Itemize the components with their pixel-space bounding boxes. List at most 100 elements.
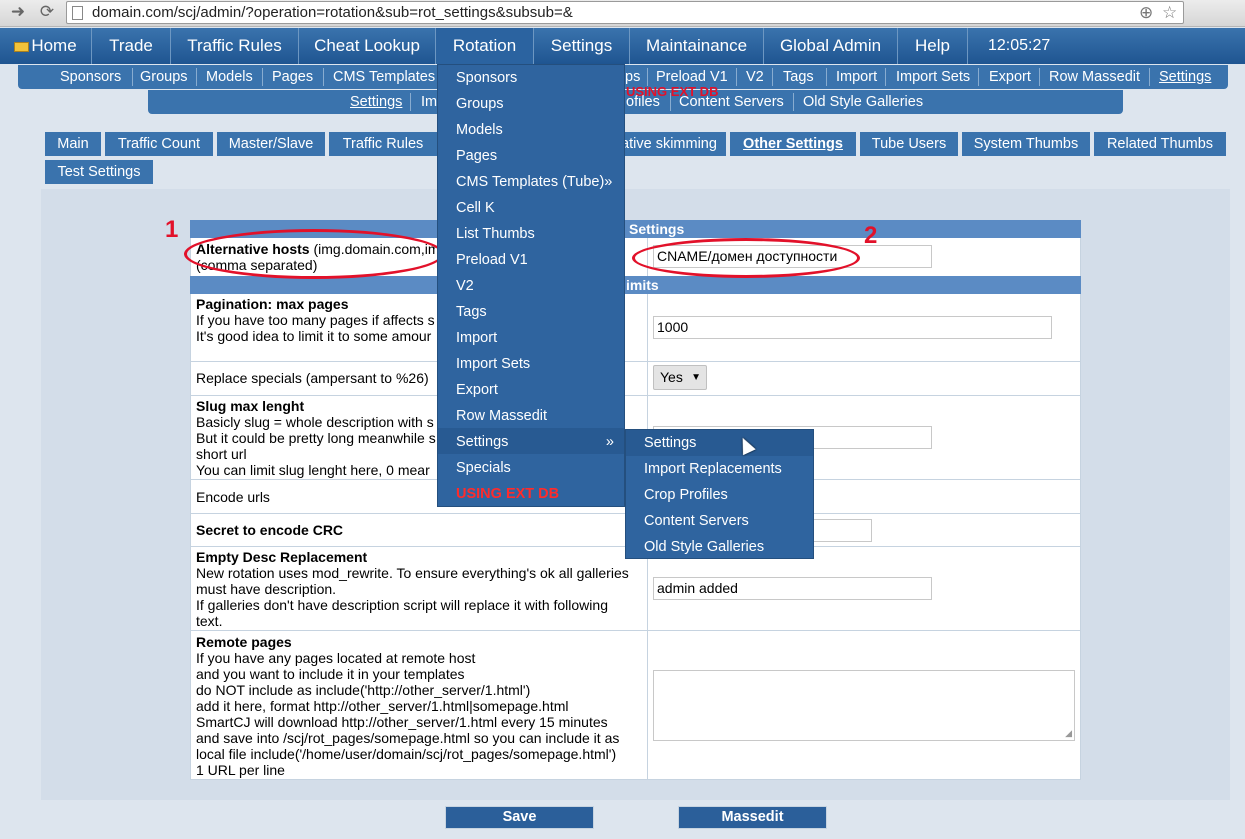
pagination-desc-2: It's good idea to limit it to some amour	[196, 328, 432, 344]
address-bar[interactable]: domain.com/scj/admin/?operation=rotation…	[66, 1, 1184, 24]
submenu2-settings[interactable]: Settings	[350, 90, 402, 114]
dropdown-row-massedit[interactable]: Row Massedit	[456, 403, 547, 429]
tab-tube-users[interactable]: Tube Users	[860, 132, 958, 156]
top-menu-settings[interactable]: Settings	[534, 28, 630, 64]
dropdown-import-sets[interactable]: Import Sets	[456, 351, 530, 377]
submenu-cms-templates[interactable]: CMS Templates	[333, 65, 435, 89]
encode-urls-label: Encode urls	[196, 489, 270, 505]
tab-other-settings[interactable]: Other Settings	[730, 132, 856, 156]
submenu-import-sets[interactable]: Import Sets	[896, 65, 970, 89]
dropdown-cell-k[interactable]: Cell K	[456, 195, 495, 221]
ext-db-warning: USING EXT DB	[626, 84, 719, 99]
star-icon[interactable]: ☆	[1162, 2, 1177, 24]
reload-icon[interactable]: ⟳	[37, 2, 57, 22]
annotation-oval-1	[184, 229, 444, 279]
tab-test-settings[interactable]: Test Settings	[45, 160, 153, 184]
page-icon	[72, 6, 83, 20]
submenu-pages[interactable]: Pages	[272, 65, 313, 89]
url-text: domain.com/scj/admin/?operation=rotation…	[92, 4, 573, 21]
remote-pages-line-6: and save into /scj/rot_pages/somepage.ht…	[196, 730, 620, 746]
massedit-button[interactable]: Massedit	[678, 806, 827, 829]
submenu-models[interactable]: Models	[206, 65, 253, 89]
dropdown-pages[interactable]: Pages	[456, 143, 497, 169]
tab-traffic-rules[interactable]: Traffic Rules	[329, 132, 437, 156]
submenu-sponsors[interactable]: Sponsors	[60, 65, 121, 89]
slug-title: Slug max lenght	[196, 398, 305, 414]
remote-pages-line-1: If you have any pages located at remote …	[196, 650, 476, 666]
submenu-v2[interactable]: V2	[746, 65, 764, 89]
remote-pages-textarea[interactable]: ◢	[653, 670, 1075, 741]
slug-desc-2: But it could be pretty long meanwhile s	[196, 430, 436, 446]
flyout-content-servers[interactable]: Content Servers	[644, 508, 749, 534]
dropdown-cms-templates-tube[interactable]: CMS Templates (Tube)»	[456, 169, 612, 195]
dropdown-sponsors[interactable]: Sponsors	[456, 65, 517, 91]
dropdown-arrow-icon: ▼	[691, 372, 701, 383]
submenu-arrow-icon: »	[605, 434, 614, 450]
dropdown-preload-v1[interactable]: Preload V1	[456, 247, 528, 273]
flyout-settings[interactable]: Settings	[644, 430, 696, 456]
submenu-tags[interactable]: Tags	[783, 65, 814, 89]
tab-alternative-skimming[interactable]: ative skimming	[612, 132, 726, 156]
remote-pages-line-5: SmartCJ will download http://other_serve…	[196, 714, 608, 730]
submenu-import[interactable]: Import	[836, 65, 877, 89]
remote-pages-label: Remote pages	[196, 634, 292, 650]
top-menu-home[interactable]: Home	[0, 28, 92, 64]
submenu-export[interactable]: Export	[989, 65, 1031, 89]
pagination-max-pages-input[interactable]: 1000	[653, 316, 1052, 339]
secret-crc-label: Secret to encode CRC	[196, 522, 343, 538]
flyout-old-style-galleries[interactable]: Old Style Galleries	[644, 534, 764, 560]
browser-toolbar: ➜ ⟳ domain.com/scj/admin/?operation=rota…	[0, 0, 1245, 27]
submenu2-import[interactable]: Im	[421, 90, 437, 114]
annotation-oval-2	[632, 238, 860, 278]
empty-desc-title: Empty Desc Replacement	[196, 549, 368, 565]
tab-traffic-count[interactable]: Traffic Count	[105, 132, 213, 156]
submenu-groups[interactable]: Groups	[140, 65, 188, 89]
save-button[interactable]: Save	[445, 806, 594, 829]
replace-specials-select[interactable]: Yes ▼	[653, 365, 707, 390]
slug-desc-4: You can limit slug lenght here, 0 mear	[196, 462, 430, 478]
dropdown-v2[interactable]: V2	[456, 273, 474, 299]
top-menu-rotation[interactable]: Rotation	[436, 28, 534, 64]
top-menu-help[interactable]: Help	[898, 28, 968, 64]
empty-desc-line-3: If galleries don't have description scri…	[196, 597, 608, 613]
top-menu-maintainance[interactable]: Maintainance	[630, 28, 764, 64]
zoom-icon[interactable]: ⊕	[1139, 2, 1153, 24]
slug-label: Slug max lenght	[196, 398, 304, 414]
dropdown-export[interactable]: Export	[456, 377, 498, 403]
row-divider	[190, 630, 1081, 631]
top-menu-traffic-rules[interactable]: Traffic Rules	[171, 28, 299, 64]
dropdown-import[interactable]: Import	[456, 325, 497, 351]
top-menu-trade[interactable]: Trade	[92, 28, 171, 64]
resize-handle-icon[interactable]: ◢	[1065, 728, 1072, 739]
submenu2-old-style-galleries[interactable]: Old Style Galleries	[803, 90, 923, 114]
tab-main[interactable]: Main	[45, 132, 101, 156]
flyout-crop-profiles[interactable]: Crop Profiles	[644, 482, 728, 508]
remote-pages-title: Remote pages	[196, 634, 292, 650]
dropdown-specials[interactable]: Specials	[456, 455, 511, 481]
submenu-settings[interactable]: Settings	[1159, 65, 1211, 89]
top-menu-global-admin[interactable]: Global Admin	[764, 28, 898, 64]
submenu-row-massedit[interactable]: Row Massedit	[1049, 65, 1140, 89]
settings-flyout-menu: Settings Import Replacements Crop Profil…	[625, 429, 814, 559]
empty-desc-replacement-input[interactable]: admin added	[653, 577, 932, 600]
secret-crc-title: Secret to encode CRC	[196, 522, 344, 538]
dropdown-tags[interactable]: Tags	[456, 299, 487, 325]
slug-desc-1: Basicly slug = whole description with s	[196, 414, 434, 430]
tab-master-slave[interactable]: Master/Slave	[217, 132, 325, 156]
empty-desc-line-2: must have description.	[196, 581, 337, 597]
dropdown-settings[interactable]: Settings	[456, 429, 508, 455]
annotation-number-2: 2	[864, 222, 878, 249]
settings-section-title: Settings	[629, 221, 685, 237]
dropdown-groups[interactable]: Groups	[456, 91, 504, 117]
forward-arrow-icon[interactable]: ➜	[8, 2, 28, 22]
tab-related-thumbs[interactable]: Related Thumbs	[1094, 132, 1226, 156]
dropdown-list-thumbs[interactable]: List Thumbs	[456, 221, 535, 247]
pagination-title: Pagination: max pages	[196, 296, 349, 312]
row-divider	[190, 395, 1081, 396]
top-menu: Home Trade Traffic Rules Cheat Lookup Ro…	[0, 28, 1245, 64]
top-menu-cheat-lookup[interactable]: Cheat Lookup	[299, 28, 436, 64]
dropdown-models[interactable]: Models	[456, 117, 503, 143]
empty-desc-line-4: text.	[196, 613, 223, 629]
flyout-import-replacements[interactable]: Import Replacements	[644, 456, 782, 482]
tab-system-thumbs[interactable]: System Thumbs	[962, 132, 1090, 156]
